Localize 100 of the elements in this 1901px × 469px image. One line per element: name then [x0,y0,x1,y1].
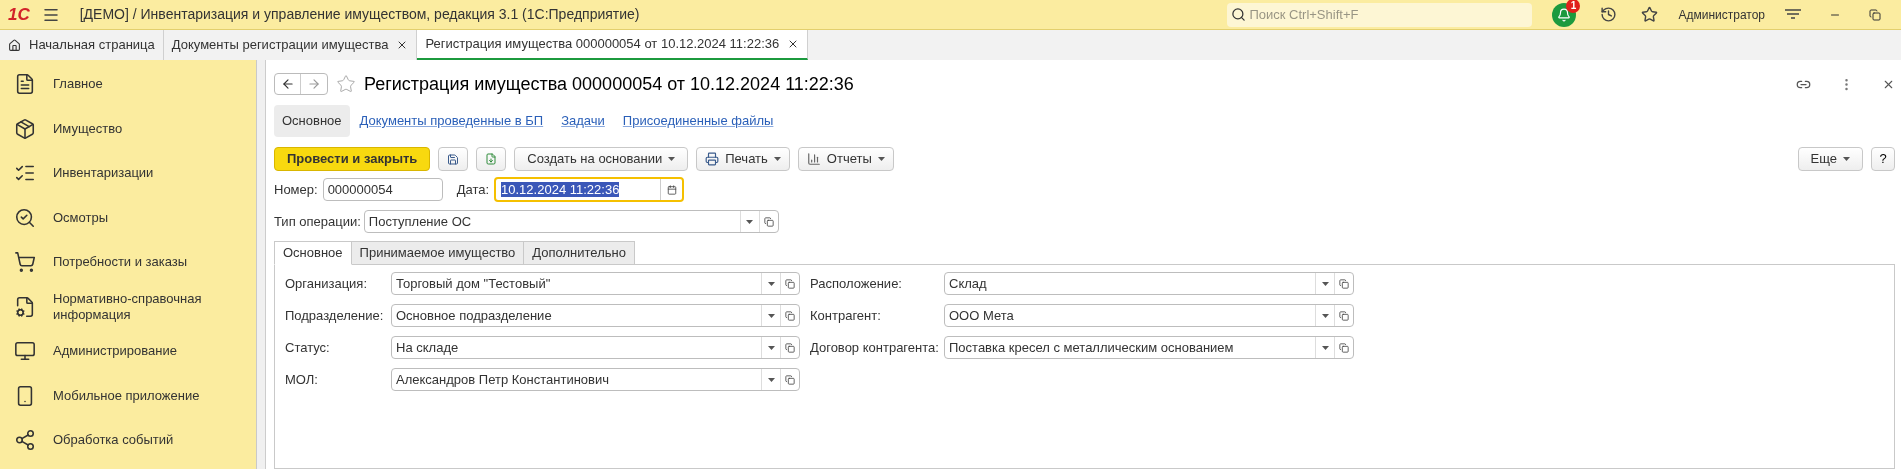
caret-icon [1321,313,1329,318]
field-value: Поставка кресел с металлическим основанием [948,339,1235,357]
caret-icon [746,219,754,224]
sidebar-item[interactable]: Потребности и заказы [0,240,256,285]
sidebar-item[interactable]: Главное [0,62,256,107]
sidebar-item[interactable]: Осмотры [0,195,256,240]
branch-icon [14,429,36,452]
field-value: На складе [395,339,460,357]
field-value: 10.12.2024 11:22:36 [501,181,621,198]
chart-icon [806,152,821,166]
select-field[interactable]: Поступление ОС [363,210,779,233]
select-field[interactable]: Основное подразделение [391,304,800,327]
sidebar-label: Обработка событий [53,432,175,449]
star-icon[interactable] [1641,6,1659,23]
sidebar-item[interactable]: Инвентаризации [0,151,256,196]
sidebar-item[interactable]: Имущество [0,106,256,151]
create-based-on-button[interactable]: Создать на основании [514,147,689,171]
field-value: Основное подразделение [395,307,553,325]
notification-badge: 1 [1566,0,1581,13]
caret-icon [767,313,775,318]
tab-label: Начальная страница [29,36,155,55]
printer-icon [705,152,720,166]
caret-icon [767,281,775,286]
field-value: Александров Петр Константинович [395,371,610,389]
print-button[interactable]: Печать [696,147,790,171]
document-icon [14,73,36,96]
tab-label: Документы регистрации имущества [171,36,389,55]
tab-label: Регистрация имущества 000000054 от 10.12.2024 11:22:36 [425,35,780,54]
help-button[interactable]: ? [1871,147,1895,171]
field-label: Организация: [285,274,369,293]
settings-menu-icon[interactable] [1785,8,1801,21]
field-label: Договор контрагента: [810,338,940,357]
sidebar-label: Мобильное приложение [53,387,201,404]
select-field[interactable]: Торговый дом "Тестовый" [391,272,800,295]
form-tab[interactable]: Принимаемое имущество [350,241,525,265]
open-icon [785,310,795,321]
sidebar-label: Администрирование [53,343,178,360]
form-nav-link[interactable]: Основное [274,105,350,137]
field-label: Контрагент: [810,306,882,325]
form-nav-link[interactable]: Присоединенные файлы [614,105,782,137]
open-tab[interactable]: Регистрация имущества 000000054 от 10.12.2024 11:22:36 [417,30,809,60]
date-field[interactable]: 10.12.2024 11:22:36 [494,177,685,202]
select-field[interactable]: На складе [391,336,800,359]
caret-icon [1321,345,1329,350]
window-title: [ДЕМО] / Инвентаризация и управление имуществом, редакция 3.1 (1С:Предприятие) [79,5,640,24]
more-button[interactable]: Еще [1797,147,1863,171]
favorite-star-icon[interactable] [336,74,356,94]
history-icon[interactable] [1600,6,1618,23]
select-field[interactable]: Александров Петр Константинович [391,368,800,391]
form-tab[interactable]: Дополнительно [523,241,635,265]
reports-button[interactable]: Отчеты [797,147,894,171]
number-field[interactable]: 000000054 [322,178,443,201]
search-icon [1231,6,1247,22]
bell-icon [1557,7,1572,22]
sidebar-item[interactable]: Нормативно-справочная информация [0,284,256,329]
document-gear-icon [14,295,36,318]
search-field[interactable]: Поиск Ctrl+Shift+F [1227,2,1533,27]
field-value: Поступление ОС [367,213,473,231]
open-icon [785,278,795,289]
sidebar-item[interactable]: Администрирование [0,329,256,374]
field-label: Тип операции: [274,212,361,231]
form-tab[interactable]: Основное [274,241,352,265]
select-field[interactable]: Поставка кресел с металлическим основанием [944,336,1354,359]
field-label: МОЛ: [285,370,319,389]
sidebar-label: Нормативно-справочная информация [53,290,203,323]
form-nav-link[interactable]: Документы проведенные в БП [351,105,552,137]
field-value: Склад [948,275,988,293]
caret-icon [668,157,676,161]
notifications-button[interactable]: 1 [1552,2,1577,27]
select-field[interactable]: Склад [944,272,1354,295]
restore-icon[interactable] [1869,8,1881,21]
caret-icon [773,157,781,161]
caret-icon [1843,157,1850,161]
back-icon [280,77,295,91]
sidebar-item[interactable]: Мобильное приложение [0,373,256,418]
select-field[interactable]: ООО Мета [944,304,1354,327]
field-label: Номер: [274,180,318,199]
field-label: Статус: [285,338,331,357]
field-value: ООО Мета [948,307,1015,325]
open-icon [785,342,795,353]
caret-icon [767,377,775,382]
post-and-close-button[interactable]: Провести и закрыть [274,147,431,171]
sidebar-label: Потребности и заказы [53,254,189,271]
open-icon [1339,342,1349,353]
magnifier-icon [14,206,36,229]
open-icon [1339,278,1349,289]
sidebar-label: Главное [53,76,104,93]
open-icon [763,216,774,227]
caret-icon [1321,281,1329,286]
user-name[interactable]: Администратор [1678,5,1765,24]
sidebar-item[interactable]: Обработка событий [0,418,256,463]
forward-icon [307,77,321,91]
form-nav-link[interactable]: Задачи [553,105,613,137]
save-button[interactable] [438,147,469,171]
document-arrow-icon [485,152,498,166]
open-icon [785,374,795,385]
sidebar-label: Осмотры [53,209,110,226]
field-label: Дата: [456,180,490,199]
cart-icon [14,251,36,274]
open-icon [1339,310,1349,321]
